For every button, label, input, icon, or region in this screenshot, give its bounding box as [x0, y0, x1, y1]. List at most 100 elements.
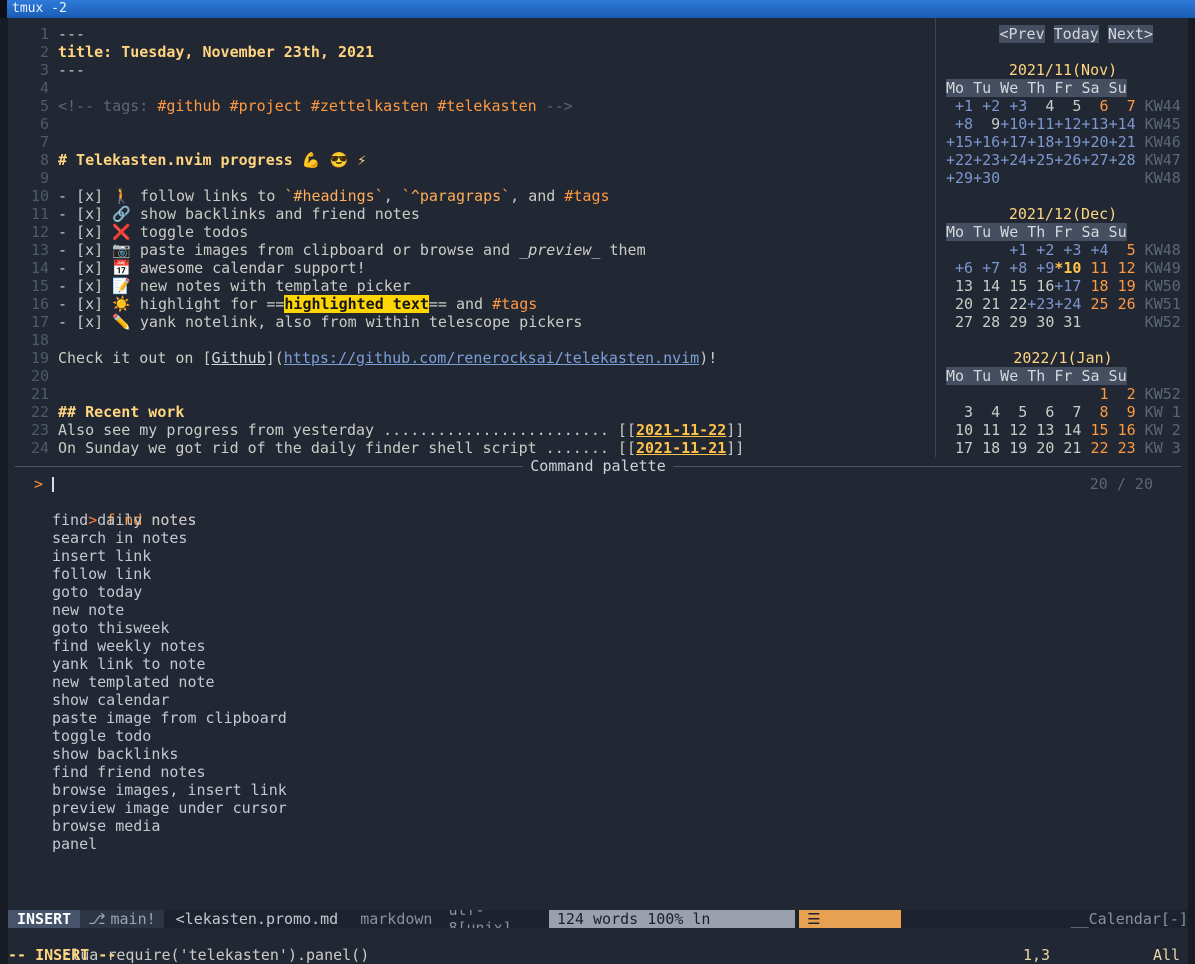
palette-item[interactable]: browse media [8, 817, 1188, 835]
editor-line[interactable]: 23Also see my progress from yesterday ..… [8, 421, 935, 439]
editor-line[interactable]: 4 [8, 79, 935, 97]
editor-line[interactable]: 20 [8, 367, 935, 385]
calendar-day[interactable]: +15 [946, 133, 973, 151]
calendar-day[interactable]: +1 [1000, 241, 1027, 259]
hashtag[interactable]: #tags [492, 295, 537, 313]
calendar-day[interactable]: +21 [1109, 133, 1136, 151]
editor-line[interactable]: 16- [x] ☀️ highlight for ==highlighted t… [8, 295, 935, 313]
calendar-day[interactable]: 14 [973, 277, 1000, 295]
calendar-next-button[interactable]: Next> [1108, 25, 1153, 43]
palette-item[interactable]: find friend notes [8, 763, 1188, 781]
palette-prompt-row[interactable]: > 20 / 20 [8, 475, 1188, 493]
calendar-day[interactable]: 7 [1054, 403, 1081, 421]
calendar-day[interactable]: 13 [1027, 421, 1054, 439]
calendar-day[interactable]: 16 [1109, 421, 1136, 439]
palette-item[interactable]: insert link [8, 547, 1188, 565]
editor-line[interactable]: 11- [x] 🔗 show backlinks and friend note… [8, 205, 935, 223]
calendar-day[interactable]: 13 [946, 277, 973, 295]
calendar-day[interactable]: 5 [1054, 97, 1081, 115]
calendar-day[interactable]: +17 [1000, 133, 1027, 151]
editor-pane[interactable]: 1---2title: Tuesday, November 23th, 2021… [8, 18, 935, 457]
editor-line[interactable]: 18 [8, 331, 935, 349]
palette-item[interactable]: preview image under cursor [8, 799, 1188, 817]
calendar-day[interactable]: 10 [946, 421, 973, 439]
calendar-day[interactable]: 12 [1000, 421, 1027, 439]
calendar-day[interactable]: +13 [1081, 115, 1108, 133]
calendar-day[interactable]: 9 [1109, 403, 1136, 421]
palette-item[interactable]: panel [8, 835, 1188, 853]
editor-line[interactable]: 5<!-- tags: #github #project #zettelkast… [8, 97, 935, 115]
calendar-day[interactable]: +6 [946, 259, 973, 277]
calendar-day[interactable]: +20 [1081, 133, 1108, 151]
editor-line[interactable]: 7 [8, 133, 935, 151]
palette-item[interactable]: browse images, insert link [8, 781, 1188, 799]
calendar-day[interactable]: 20 [946, 295, 973, 313]
calendar-day[interactable]: 3 [946, 403, 973, 421]
calendar-day[interactable]: 14 [1054, 421, 1081, 439]
calendar-day[interactable]: 6 [1027, 403, 1054, 421]
calendar-day[interactable]: +3 [1000, 97, 1027, 115]
calendar-day[interactable]: +25 [1027, 151, 1054, 169]
calendar-day[interactable]: +19 [1054, 133, 1081, 151]
calendar-day[interactable]: 18 [1081, 277, 1108, 295]
hashtag[interactable]: #tags [564, 187, 609, 205]
palette-item[interactable]: toggle todo [8, 727, 1188, 745]
calendar-day[interactable]: +9 [1027, 259, 1054, 277]
calendar-day[interactable]: 19 [1000, 439, 1027, 457]
palette-item[interactable]: show calendar [8, 691, 1188, 709]
editor-line[interactable]: 15- [x] 📝 new notes with template picker [8, 277, 935, 295]
editor-line[interactable]: 22## Recent work [8, 403, 935, 421]
command-line[interactable]: :lua require('telekasten').panel() [8, 928, 1188, 946]
calendar-day[interactable]: *10 [1054, 259, 1081, 277]
hashtag[interactable]: #telekasten [437, 97, 536, 115]
calendar-day[interactable]: +2 [973, 97, 1000, 115]
calendar-day[interactable]: +4 [1081, 241, 1108, 259]
hashtag[interactable]: #zettelkasten [311, 97, 428, 115]
editor-line[interactable]: 14- [x] 📅 awesome calendar support! [8, 259, 935, 277]
calendar-day[interactable]: +22 [946, 151, 973, 169]
calendar-day[interactable]: +14 [1109, 115, 1136, 133]
calendar-day[interactable]: 27 [946, 313, 973, 331]
calendar-day[interactable]: +24 [1054, 295, 1081, 313]
calendar-day[interactable]: 28 [973, 313, 1000, 331]
url-link[interactable]: https://github.com/renerocksai/telekaste… [284, 349, 699, 367]
calendar-day[interactable]: +18 [1027, 133, 1054, 151]
calendar-day[interactable]: +24 [1000, 151, 1027, 169]
calendar-day[interactable]: 5 [1109, 241, 1136, 259]
calendar-day[interactable]: 22 [1000, 295, 1027, 313]
calendar-day[interactable]: 18 [973, 439, 1000, 457]
calendar-day[interactable]: 25 [1081, 295, 1108, 313]
calendar-day[interactable]: +29 [946, 169, 973, 187]
calendar-day[interactable]: 19 [1109, 277, 1136, 295]
calendar-day[interactable]: 16 [1027, 277, 1054, 295]
editor-line[interactable]: 2title: Tuesday, November 23th, 2021 [8, 43, 935, 61]
hashtag[interactable]: #project [230, 97, 302, 115]
calendar-day[interactable]: +30 [973, 169, 1000, 187]
calendar-day[interactable]: 26 [1109, 295, 1136, 313]
editor-line[interactable]: 10- [x] 🚶 follow links to `#headings`, `… [8, 187, 935, 205]
calendar-day[interactable]: 11 [1081, 259, 1108, 277]
palette-item-selected[interactable]: >find notes [8, 493, 1188, 511]
calendar-day[interactable]: 8 [1081, 403, 1108, 421]
calendar-day[interactable]: 11 [973, 421, 1000, 439]
palette-item[interactable]: new templated note [8, 673, 1188, 691]
calendar-day[interactable]: +12 [1054, 115, 1081, 133]
calendar-day[interactable]: 1 [1081, 385, 1108, 403]
editor-line[interactable]: 19Check it out on [Github](https://githu… [8, 349, 935, 367]
calendar-day[interactable]: 21 [973, 295, 1000, 313]
calendar-day[interactable]: 29 [1000, 313, 1027, 331]
calendar-day[interactable]: 30 [1027, 313, 1054, 331]
palette-item[interactable]: show backlinks [8, 745, 1188, 763]
palette-item[interactable]: find daily notes [8, 511, 1188, 529]
palette-item[interactable]: paste image from clipboard [8, 709, 1188, 727]
calendar-day[interactable]: 15 [1081, 421, 1108, 439]
calendar-day[interactable]: +8 [946, 115, 973, 133]
calendar-day[interactable]: +23 [1027, 295, 1054, 313]
calendar-day[interactable]: +8 [1000, 259, 1027, 277]
calendar-day[interactable]: 2 [1109, 385, 1136, 403]
calendar-day[interactable]: +16 [973, 133, 1000, 151]
palette-item[interactable]: find weekly notes [8, 637, 1188, 655]
calendar-day[interactable]: 12 [1109, 259, 1136, 277]
editor-line[interactable]: 13- [x] 📷 paste images from clipboard or… [8, 241, 935, 259]
palette-item[interactable]: goto today [8, 583, 1188, 601]
